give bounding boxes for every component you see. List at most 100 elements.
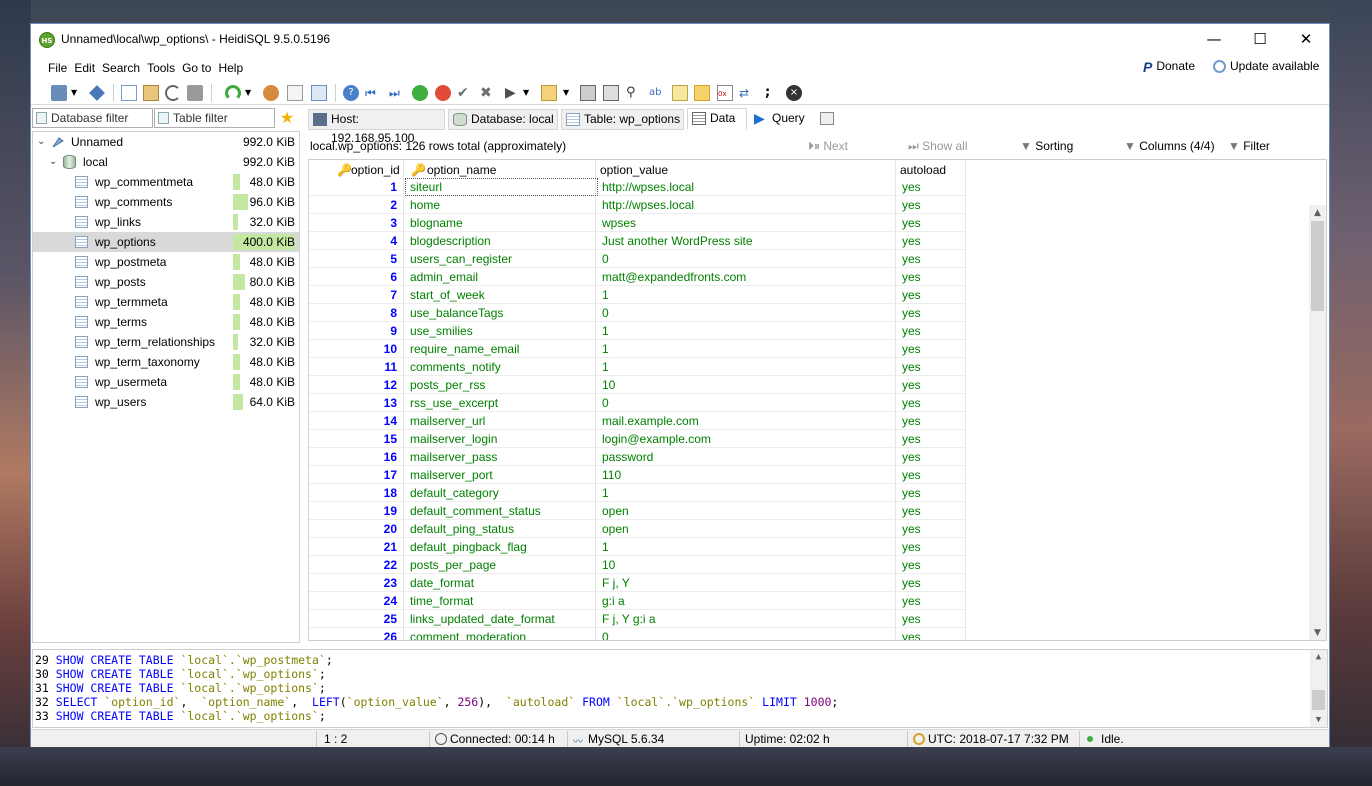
execute-dropdown-icon[interactable]: ▼ — [523, 85, 533, 101]
maximize-button[interactable]: ☐ — [1237, 24, 1283, 55]
cell-option-name[interactable]: default_category — [410, 484, 595, 502]
cell-option-value[interactable]: 1 — [602, 286, 892, 304]
table-row[interactable]: 14 mailserver_url mail.example.com yes — [309, 412, 965, 430]
cell-autoload[interactable]: yes — [902, 412, 962, 430]
scroll-up-icon[interactable]: ▲ — [1309, 205, 1326, 221]
execute-query-icon[interactable]: ▶ — [505, 85, 521, 101]
export-icon[interactable] — [311, 85, 327, 101]
table-filter-input[interactable]: Table filter — [154, 108, 275, 128]
cell-autoload[interactable]: yes — [902, 268, 962, 286]
session-manager-icon[interactable] — [51, 85, 67, 101]
cell-autoload[interactable]: yes — [902, 232, 962, 250]
cell-option-id[interactable]: 12 — [309, 376, 397, 394]
cell-autoload[interactable]: yes — [902, 592, 962, 610]
hex-mode-icon[interactable]: 0x — [717, 85, 733, 101]
cell-autoload[interactable]: yes — [902, 250, 962, 268]
disconnect-icon[interactable] — [89, 85, 105, 101]
cell-option-name[interactable]: mailserver_port — [410, 466, 595, 484]
tree-table-wp-terms[interactable]: wp_terms 48.0 KiB — [33, 312, 299, 332]
cell-option-value[interactable]: matt@expandedfronts.com — [602, 268, 892, 286]
cell-option-value[interactable]: 0 — [602, 250, 892, 268]
table-row[interactable]: 13 rss_use_excerpt 0 yes — [309, 394, 965, 412]
cell-option-name[interactable]: mailserver_pass — [410, 448, 595, 466]
load-sql-file-icon[interactable] — [541, 85, 557, 101]
find-icon[interactable]: ⚲ — [626, 85, 642, 101]
cell-option-value[interactable]: 1 — [602, 538, 892, 556]
table-row[interactable]: 5 users_can_register 0 yes — [309, 250, 965, 268]
tree-table-wp-commentmeta[interactable]: wp_commentmeta 48.0 KiB — [33, 172, 299, 192]
cell-option-name[interactable]: siteurl — [410, 178, 595, 196]
menu-item-search[interactable]: Search — [102, 61, 140, 75]
cell-option-name[interactable]: default_ping_status — [410, 520, 595, 538]
print-icon[interactable] — [187, 85, 203, 101]
cell-autoload[interactable]: yes — [902, 484, 962, 502]
table-row[interactable]: 3 blogname wpses yes — [309, 214, 965, 232]
tree-table-wp-comments[interactable]: wp_comments 96.0 KiB — [33, 192, 299, 212]
cell-option-value[interactable]: Just another WordPress site — [602, 232, 892, 250]
cell-option-id[interactable]: 1 — [309, 178, 397, 196]
cell-option-id[interactable]: 5 — [309, 250, 397, 268]
cell-option-id[interactable]: 10 — [309, 340, 397, 358]
cell-option-name[interactable]: default_comment_status — [410, 502, 595, 520]
table-row[interactable]: 25 links_updated_date_format F j, Y g:i a y… — [309, 610, 965, 628]
insert-record-icon[interactable] — [412, 85, 428, 101]
column-header-option-name[interactable]: option_name — [427, 163, 496, 177]
cell-option-id[interactable]: 2 — [309, 196, 397, 214]
semicolon-icon[interactable]: ; — [765, 85, 781, 101]
cell-option-value[interactable]: mail.example.com — [602, 412, 892, 430]
table-row[interactable]: 10 require_name_email 1 yes — [309, 340, 965, 358]
table-row[interactable]: 19 default_comment_status open yes — [309, 502, 965, 520]
show-all-button[interactable]: ⏭ Show all — [908, 139, 968, 154]
cell-option-value[interactable]: 1 — [602, 358, 892, 376]
cell-autoload[interactable]: yes — [902, 538, 962, 556]
cell-autoload[interactable]: yes — [902, 394, 962, 412]
refresh-icon[interactable] — [225, 85, 241, 101]
cell-option-value[interactable]: 0 — [602, 394, 892, 412]
table-row[interactable]: 4 blogdescription Just another WordPress s… — [309, 232, 965, 250]
cell-autoload[interactable]: yes — [902, 628, 962, 640]
tree-table-wp-termmeta[interactable]: wp_termmeta 48.0 KiB — [33, 292, 299, 312]
cell-option-id[interactable]: 20 — [309, 520, 397, 538]
cell-option-id[interactable]: 19 — [309, 502, 397, 520]
paste-icon[interactable] — [143, 85, 159, 101]
table-row[interactable]: 1 siteurl http://wpses.local yes — [309, 178, 965, 196]
table-row[interactable]: 23 date_format F j, Y yes — [309, 574, 965, 592]
save-as-icon[interactable] — [603, 85, 619, 101]
cell-autoload[interactable]: yes — [902, 358, 962, 376]
columns-button[interactable]: ▼ Columns (4/4) — [1124, 139, 1215, 153]
tree-table-wp-term-relationships[interactable]: wp_term_relationships 32.0 KiB — [33, 332, 299, 352]
save-sql-icon[interactable] — [580, 85, 596, 101]
scroll-up-icon[interactable]: ▲ — [1310, 650, 1327, 664]
cell-option-name[interactable]: rss_use_excerpt — [410, 394, 595, 412]
cell-option-name[interactable]: time_format — [410, 592, 595, 610]
cell-option-id[interactable]: 11 — [309, 358, 397, 376]
edit-icon[interactable] — [672, 85, 688, 101]
cell-autoload[interactable]: yes — [902, 304, 962, 322]
warning-filter-icon[interactable] — [694, 85, 710, 101]
cell-option-name[interactable]: mailserver_url — [410, 412, 595, 430]
table-row[interactable]: 26 comment_moderation 0 yes — [309, 628, 965, 640]
database-tree[interactable]: ⌄ Unnamed 992.0 KiB ⌄ local 992.0 KiB wp… — [32, 131, 300, 643]
cell-option-value[interactable]: 1 — [602, 322, 892, 340]
cell-option-name[interactable]: mailserver_login — [410, 430, 595, 448]
cell-autoload[interactable]: yes — [902, 574, 962, 592]
table-row[interactable]: 21 default_pingback_flag 1 yes — [309, 538, 965, 556]
cell-autoload[interactable]: yes — [902, 556, 962, 574]
update-available-link[interactable]: Update available — [1213, 59, 1319, 74]
table-row[interactable]: 6 admin_email matt@expandedfronts.com yes — [309, 268, 965, 286]
cell-option-value[interactable]: 0 — [602, 628, 892, 640]
cell-autoload[interactable]: yes — [902, 430, 962, 448]
cancel-changes-icon[interactable]: ✖ — [480, 85, 496, 101]
tree-table-wp-term-taxonomy[interactable]: wp_term_taxonomy 48.0 KiB — [33, 352, 299, 372]
favorites-star-icon[interactable]: ★ — [276, 108, 298, 128]
column-header-option-value[interactable]: option_value — [600, 163, 668, 177]
import-file-icon[interactable] — [287, 85, 303, 101]
scrollbar-thumb[interactable] — [1312, 690, 1325, 710]
new-query-tab-button[interactable] — [816, 109, 838, 130]
menu-item-file[interactable]: File — [48, 61, 67, 75]
wrap-icon[interactable]: ⇄ — [739, 85, 755, 101]
copy-icon[interactable] — [121, 85, 137, 101]
cell-autoload[interactable]: yes — [902, 340, 962, 358]
cell-option-name[interactable]: default_pingback_flag — [410, 538, 595, 556]
cell-option-value[interactable]: 1 — [602, 340, 892, 358]
